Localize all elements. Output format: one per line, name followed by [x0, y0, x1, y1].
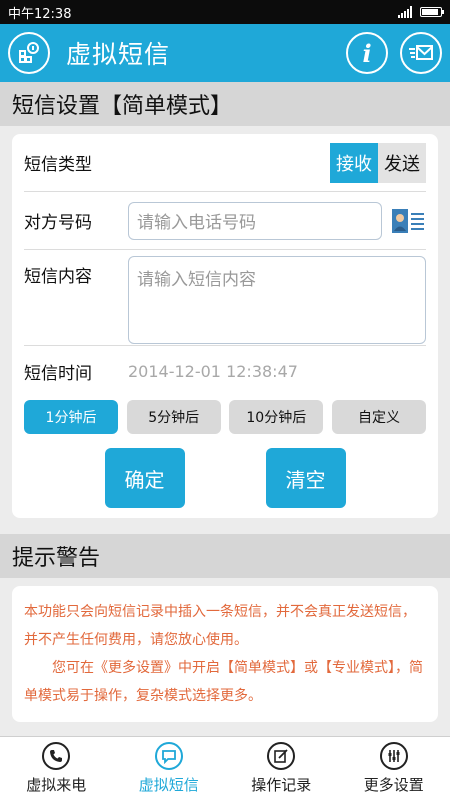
- nav-item-history[interactable]: 操作记录: [225, 737, 338, 800]
- nav-label-fake-sms: 虚拟短信: [138, 776, 199, 794]
- sms-time-row: 短信时间 2014-12-01 12:38:47: [24, 346, 426, 396]
- status-icons: [398, 6, 444, 18]
- sms-settings-card: 短信类型 接收 发送 对方号码 请输入电话号码 短信内容 请输入短信内容 短信时…: [12, 134, 438, 518]
- type-receive-button[interactable]: 接收: [330, 142, 378, 183]
- sms-type-toggle: 接收 发送: [330, 142, 426, 183]
- contacts-icon[interactable]: [390, 203, 426, 239]
- delay-10min-button[interactable]: 10分钟后: [229, 400, 324, 434]
- settings-section-title: 短信设置【简单模式】: [0, 82, 450, 126]
- grid-icon[interactable]: [8, 32, 50, 74]
- sms-type-row: 短信类型 接收 发送: [24, 134, 426, 192]
- message-icon[interactable]: [400, 32, 442, 74]
- nav-label-fake-call: 虚拟来电: [26, 776, 87, 794]
- warning-paragraph-1: 本功能只会向短信记录中插入一条短信，并不会真正发送短信，并不产生任何费用，请您放…: [24, 604, 416, 648]
- nav-item-fake-call[interactable]: 虚拟来电: [0, 737, 113, 800]
- delay-5min-button[interactable]: 5分钟后: [126, 400, 221, 434]
- delay-options: 1分钟后 5分钟后 10分钟后 自定义: [24, 396, 426, 442]
- sms-type-label: 短信类型: [24, 155, 92, 175]
- phone-number-label: 对方号码: [24, 213, 92, 233]
- warning-section-title: 提示警告: [0, 534, 450, 578]
- edit-icon: [267, 742, 296, 770]
- phone-number-row: 对方号码 请输入电话号码: [24, 192, 426, 250]
- sms-time-value[interactable]: 2014-12-01 12:38:47: [128, 362, 298, 381]
- nav-label-more-settings: 更多设置: [363, 776, 424, 794]
- battery-icon: [420, 7, 444, 17]
- nav-label-history: 操作记录: [251, 776, 312, 794]
- nav-item-more-settings[interactable]: 更多设置: [338, 737, 450, 800]
- clear-button[interactable]: 清空: [265, 448, 346, 508]
- type-send-button[interactable]: 发送: [378, 142, 426, 183]
- phone-number-input[interactable]: 请输入电话号码: [128, 201, 382, 240]
- signal-icon: [398, 6, 412, 18]
- delay-1min-button[interactable]: 1分钟后: [24, 400, 118, 434]
- status-bar: 中午12:38: [0, 0, 450, 24]
- form-actions: 确定 清空: [24, 442, 426, 518]
- bottom-navigation: 虚拟来电 虚拟短信 操作记录 更多设置: [0, 736, 450, 800]
- status-time: 中午12:38: [8, 6, 72, 22]
- sms-content-row: 短信内容 请输入短信内容: [24, 250, 426, 346]
- info-icon[interactable]: i: [346, 32, 388, 74]
- nav-item-fake-sms[interactable]: 虚拟短信: [113, 737, 226, 800]
- sms-icon: [154, 742, 183, 770]
- app-bar: 虚拟短信 i: [0, 24, 450, 82]
- sms-content-textarea[interactable]: 请输入短信内容: [128, 256, 426, 344]
- delay-custom-button[interactable]: 自定义: [331, 400, 426, 434]
- warning-card: 本功能只会向短信记录中插入一条短信，并不会真正发送短信，并不产生任何费用，请您放…: [12, 586, 438, 722]
- phone-icon: [42, 742, 71, 770]
- confirm-button[interactable]: 确定: [104, 448, 185, 508]
- sms-time-label: 短信时间: [24, 363, 92, 384]
- sms-content-label: 短信内容: [24, 267, 92, 287]
- app-title: 虚拟短信: [66, 40, 171, 69]
- settings-icon: [379, 742, 408, 770]
- warning-paragraph-2: 您可在《更多设置》中开启【简单模式】或【专业模式】，简单模式易于操作，复杂模式选…: [24, 660, 423, 704]
